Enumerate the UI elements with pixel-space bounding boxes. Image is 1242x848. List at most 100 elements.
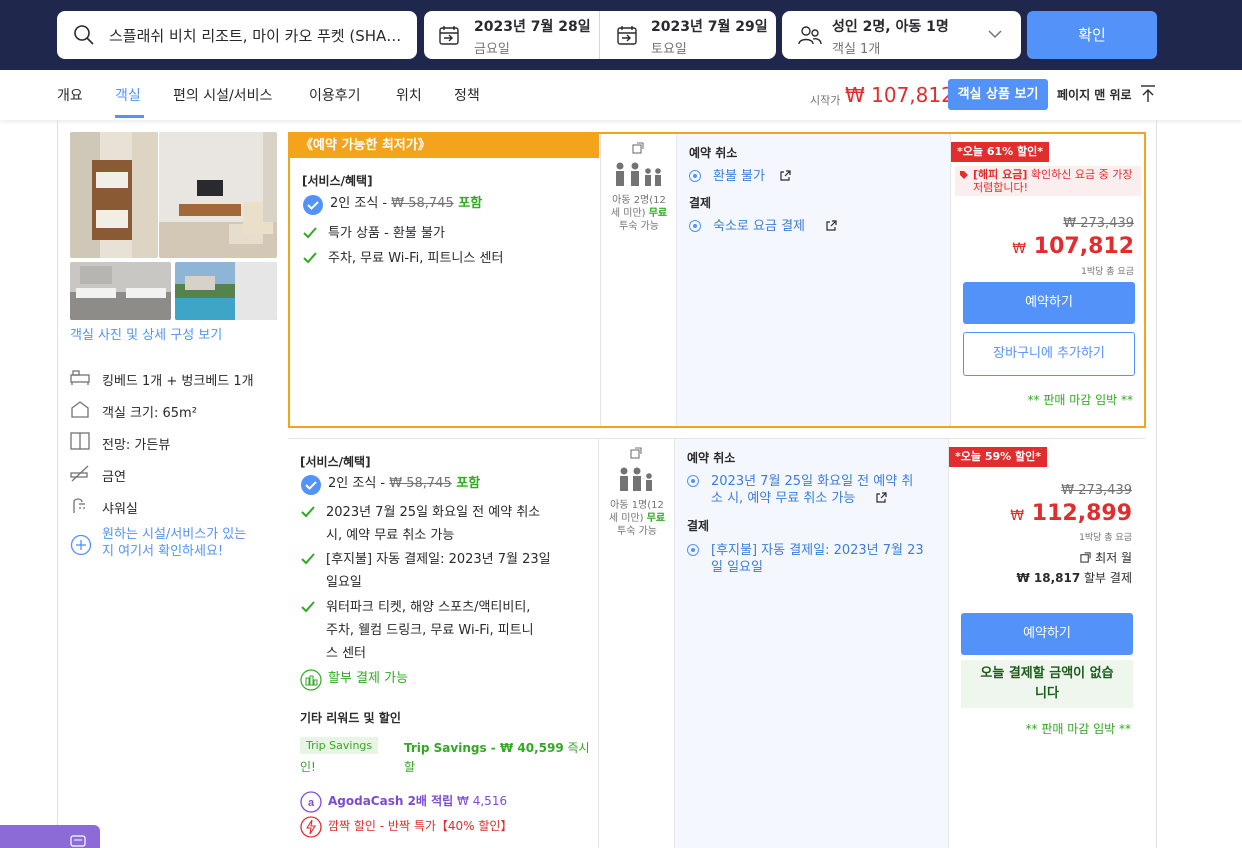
room-photo-bathroom[interactable] xyxy=(70,262,171,320)
offer2-payment-option[interactable]: [후지불] 자동 결제일: 2023년 7월 23 일 일요일 xyxy=(687,542,937,578)
confirm-button[interactable]: 확인 xyxy=(1027,11,1157,59)
offer2-occupancy-line3: 투숙 가능 xyxy=(617,526,657,537)
checkout-calendar-icon xyxy=(617,26,637,45)
offer1-occupancy-line3: 투숙 가능 xyxy=(619,221,659,232)
offer2-trip-savings-text: Trip Savings - ₩ 40,599 xyxy=(404,741,564,755)
date-picker[interactable]: 2023년 7월 28일 금요일 2023년 7월 29일 토요일 xyxy=(424,11,776,59)
hotel-search-input[interactable]: 스플래쉬 비치 리조트, 마이 카오 푸켓 (SHA Extra Plus) xyxy=(109,25,405,46)
offer1-old-price: ₩ 273,439 xyxy=(1063,216,1134,231)
check-icon xyxy=(301,553,315,565)
search-bar: 스플래쉬 비치 리조트, 마이 카오 푸켓 (SHA Extra Plus) 2… xyxy=(0,0,1242,70)
offer2-no-pay-line2: 니다 xyxy=(1035,686,1059,701)
checkout-date[interactable]: 2023년 7월 29일 토요일 xyxy=(651,16,768,57)
active-tab-indicator xyxy=(115,115,144,118)
arrow-up-icon[interactable] xyxy=(1139,84,1157,104)
property-nav: 개요 객실 편의 시설/서비스 이용후기 위치 정책 시작가 ₩ 107,812… xyxy=(0,70,1242,120)
search-icon xyxy=(74,25,94,45)
radio-selected-icon xyxy=(689,220,701,232)
tab-policies[interactable]: 정책 xyxy=(454,85,480,105)
tab-rooms[interactable]: 객실 xyxy=(115,85,141,105)
check-icon xyxy=(301,601,315,613)
hotel-search-field[interactable]: 스플래쉬 비치 리조트, 마이 카오 푸켓 (SHA Extra Plus) xyxy=(57,11,417,59)
offer2-agoda-cash: a AgodaCash 2배 적립 ₩ 4,516 xyxy=(300,791,596,813)
offer2-benefit-3-line1: [후지불] 자동 결제일: 2023년 7월 23일 xyxy=(326,552,551,567)
trip-savings-badge: Trip Savings xyxy=(300,737,379,754)
external-link-icon[interactable] xyxy=(779,170,791,182)
chat-icon xyxy=(70,835,86,847)
offer2-occupancy-line2: 세 미만) xyxy=(608,513,644,524)
offer1-occupancy-line1: 아동 2명(12 xyxy=(612,195,666,206)
tab-reviews[interactable]: 이용후기 xyxy=(309,85,361,105)
external-link-icon[interactable] xyxy=(632,142,644,154)
back-to-top-link[interactable]: 페이지 맨 위로 xyxy=(1057,86,1132,103)
offer1-discount-badge: *오늘 61% 할인* xyxy=(951,142,1049,162)
external-link-icon[interactable] xyxy=(825,220,837,232)
feature-nonsmoking-label: 금연 xyxy=(102,470,126,485)
offer1-services-title: [서비스/혜택] xyxy=(302,174,373,188)
occupancy-people-icon xyxy=(616,162,661,186)
offer1-per-night: 1박당 총 요금 xyxy=(1081,267,1134,277)
offer1-new-price: ₩ 107,812 xyxy=(1012,234,1134,259)
offer1-book-button[interactable]: 예약하기 xyxy=(963,282,1135,324)
room-photo-pool-view[interactable] xyxy=(175,262,277,320)
offer2-benefit-2-line1: 2023년 7월 25일 화요일 전 예약 취소 xyxy=(326,505,541,520)
offer1-occupancy-line2: 세 미만) xyxy=(610,208,646,219)
offer1-add-to-cart-button[interactable]: 장바구니에 추가하기 xyxy=(963,332,1135,376)
guest-selector[interactable]: 성인 2명, 아동 1명 객실 1개 xyxy=(782,11,1021,59)
offer1-breakfast-old-price: ₩ 58,745 xyxy=(391,196,454,211)
offer2-no-pay-line1: 오늘 결제할 금액이 없습 xyxy=(980,666,1114,681)
rooms-value: 객실 1개 xyxy=(832,42,881,57)
tab-overview[interactable]: 개요 xyxy=(57,85,83,105)
external-link-icon[interactable] xyxy=(1080,552,1091,563)
offer1-price-panel: *오늘 61% 할인* [해피 요금] 확인하신 요금 중 가장 저렴합니다! … xyxy=(950,134,1146,426)
offer2-old-price: ₩ 273,439 xyxy=(1061,483,1132,498)
offer2-trip-savings: Trip Savings - ₩ 40,599 즉시 할 xyxy=(404,739,594,777)
offer2-flash-sale: 깜짝 할인 - 반짝 특가【40% 할인】 xyxy=(300,816,596,838)
more-facilities-line2: 지 여기서 확인하세요! xyxy=(102,544,224,559)
offer2-payment-title: 결제 xyxy=(687,519,710,533)
feature-shower-label: 샤워실 xyxy=(102,502,138,517)
external-link-icon[interactable] xyxy=(875,492,887,504)
start-price: ₩ 107,812 xyxy=(845,83,954,107)
offer2-payment-line1: [후지불] 자동 결제일: 2023년 7월 23 xyxy=(711,543,924,558)
offer2-benefits: [서비스/혜택] 2인 조식 - ₩ 58,745 포함 2023년 7월 25… xyxy=(288,439,598,848)
radio-selected-icon xyxy=(689,170,701,182)
offer1-happy-rate-label: [해피 요금] xyxy=(973,168,1028,181)
room-photo-bunkbed[interactable] xyxy=(70,132,158,258)
check-circle-icon xyxy=(301,475,321,495)
offer2-installment-option[interactable]: 할부 결제 가능 xyxy=(300,667,596,693)
offer2-installment-amount: ₩ 18,817 xyxy=(1016,571,1081,585)
offer1-payment-value: 숙소로 요금 결제 xyxy=(713,219,805,234)
view-rooms-button[interactable]: 객실 상품 보기 xyxy=(948,79,1048,110)
no-smoking-icon xyxy=(70,465,89,482)
offer2-book-button[interactable]: 예약하기 xyxy=(961,613,1133,655)
offer2-benefit-amenities: 워터파크 티켓, 해양 스포츠/액티비티, 주차, 웰컴 드링크, 무료 Wi-F… xyxy=(300,596,596,666)
check-icon xyxy=(301,506,315,518)
offer2-benefit-free-cancel: 2023년 7월 25일 화요일 전 예약 취소 시, 예약 무료 취소 가능 xyxy=(300,501,596,547)
chat-widget[interactable] xyxy=(0,825,100,848)
tab-facilities[interactable]: 편의 시설/서비스 xyxy=(173,85,272,105)
occupancy-people-icon xyxy=(620,467,652,491)
external-link-icon[interactable] xyxy=(630,447,642,459)
offer2-cancel-option[interactable]: 2023년 7월 25일 화요일 전 예약 취소 시, 예약 무료 취소 가능 xyxy=(687,473,937,509)
room-photos-link[interactable]: 객실 사진 및 상세 구성 보기 xyxy=(70,324,222,343)
checkout-date-value: 2023년 7월 29일 xyxy=(651,19,768,35)
offer2-installment-max-label: 최저 월 xyxy=(1095,551,1132,565)
window-view-icon xyxy=(70,432,90,450)
offer2-selling-fast: ** 판매 마감 임박 ** xyxy=(1025,722,1132,736)
offer2-price-panel: *오늘 59% 할인* ₩ 273,439 ₩ 112,899 1박당 총 요금… xyxy=(948,439,1144,848)
checkin-date[interactable]: 2023년 7월 28일 금요일 xyxy=(474,16,591,57)
offer1-benefit-amenities: 주차, 무료 Wi-Fi, 피트니스 센터 xyxy=(302,247,598,271)
offer2-breakfast-included: 포함 xyxy=(451,476,481,491)
guests-value: 성인 2명, 아동 1명 xyxy=(832,19,949,35)
offer2-occupancy: 아동 1명(12 세 미만) 무료 투숙 가능 xyxy=(598,439,674,848)
offer1-occupancy: 아동 2명(12 세 미만) 무료 투숙 가능 xyxy=(600,134,676,426)
feature-size-label: 객실 크기: 65m² xyxy=(102,406,197,421)
check-icon xyxy=(303,227,317,239)
offer1-occupancy-free: 무료 xyxy=(648,208,668,219)
room-photo-living[interactable] xyxy=(159,132,277,258)
offer1-cancel-title: 예약 취소 xyxy=(689,146,738,160)
tab-location[interactable]: 위치 xyxy=(396,85,422,105)
offer1-policies: 예약 취소 환불 불가 결제 숙소로 요금 결제 xyxy=(676,134,950,426)
offer2-no-payment-today: 오늘 결제할 금액이 없습 니다 xyxy=(961,660,1133,708)
